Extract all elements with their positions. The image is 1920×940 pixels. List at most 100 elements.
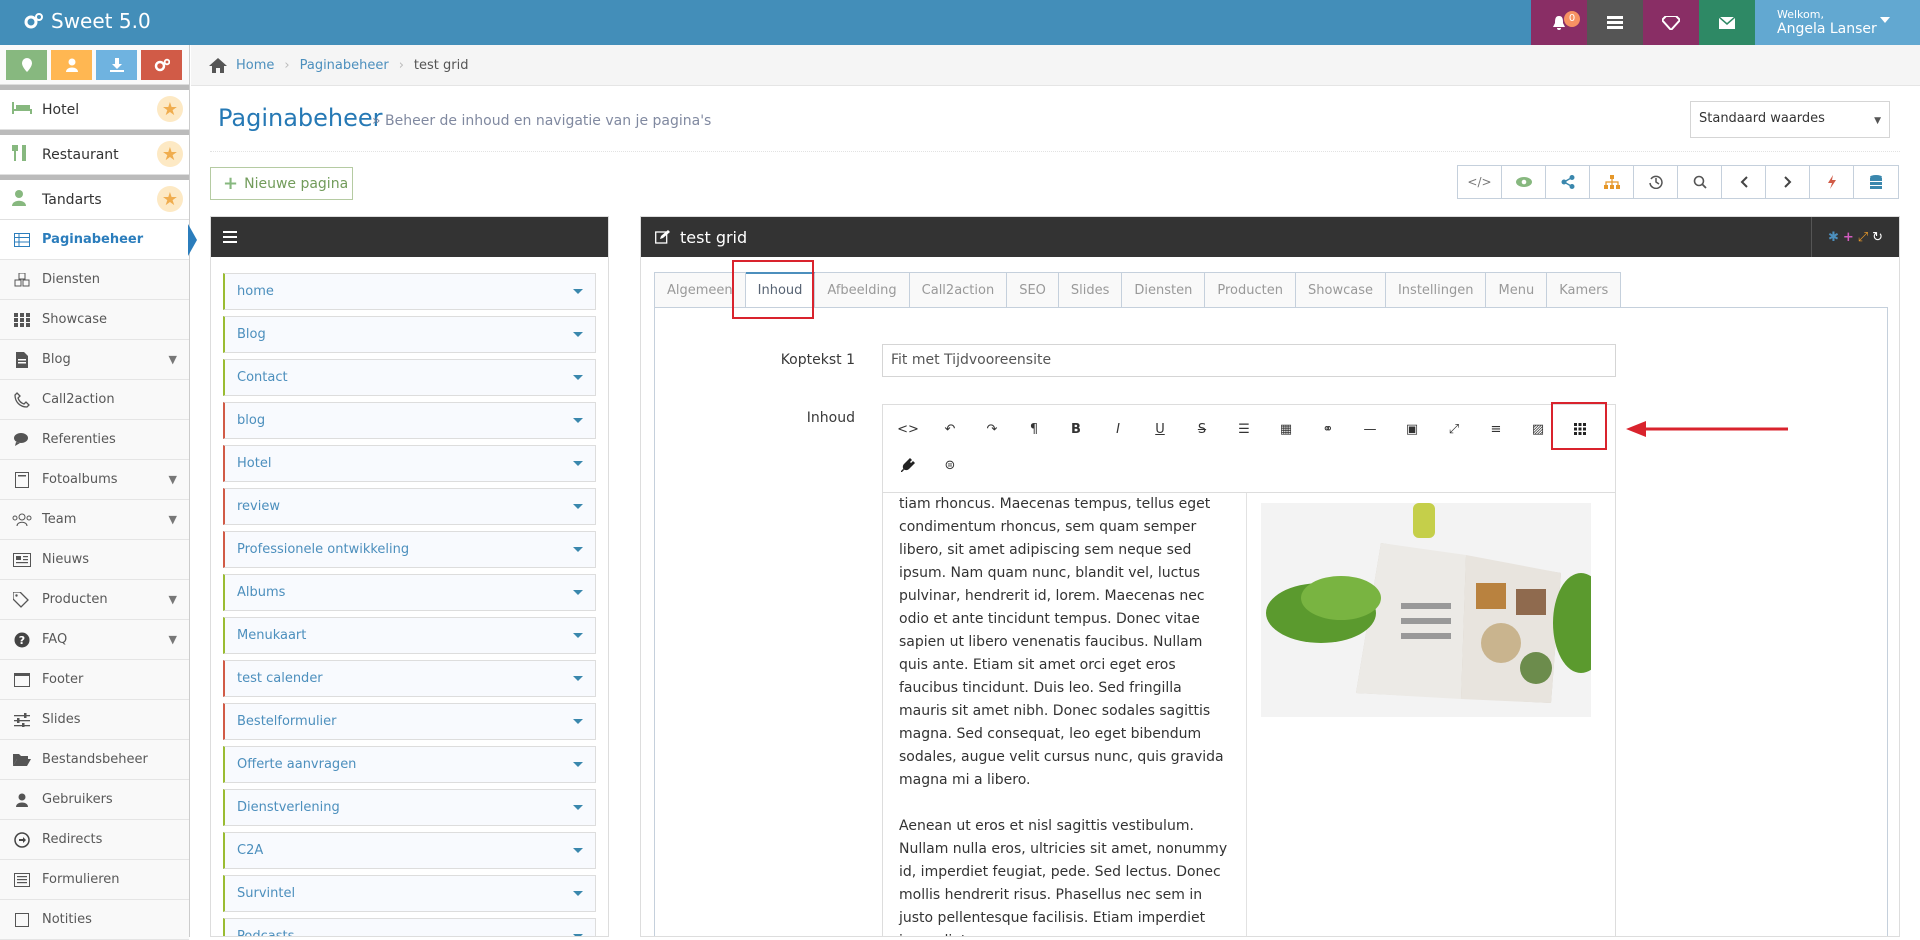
tab-instellingen[interactable]: Instellingen: [1385, 272, 1487, 308]
tab-diensten[interactable]: Diensten: [1122, 272, 1206, 308]
next-button[interactable]: [1766, 166, 1810, 198]
caret-down-icon[interactable]: [573, 504, 583, 509]
user-menu[interactable]: Welkom, Angela Lanser: [1755, 0, 1920, 45]
cookbook-image[interactable]: [1261, 503, 1591, 717]
sidebar-item-faq[interactable]: ? FAQ ▼: [0, 620, 189, 660]
sidebar-item-paginabeheer[interactable]: Paginabeheer: [0, 220, 197, 260]
caret-down-icon[interactable]: [573, 848, 583, 853]
caret-down-icon[interactable]: [573, 762, 583, 767]
code-view-button[interactable]: <>: [887, 411, 929, 447]
tab-seo[interactable]: SEO: [1007, 272, 1059, 308]
share-button[interactable]: [1546, 166, 1590, 198]
refresh-icon[interactable]: ↻: [1872, 230, 1883, 245]
caret-down-icon[interactable]: [573, 375, 583, 380]
tab-slides[interactable]: Slides: [1058, 272, 1123, 308]
page-item[interactable]: Contact: [223, 359, 596, 396]
history-button[interactable]: [1634, 166, 1678, 198]
video-button[interactable]: ▣: [1391, 411, 1433, 447]
caret-down-icon[interactable]: [573, 719, 583, 724]
caret-down-icon[interactable]: [573, 633, 583, 638]
sidebar-item-fotoalbums[interactable]: Fotoalbums ▼: [0, 460, 189, 500]
plugin-button[interactable]: [887, 447, 929, 483]
koptekst-input[interactable]: Fit met Tijdvooreensite: [882, 344, 1616, 377]
sidebar-item-bestandsbeheer[interactable]: Bestandsbeheer: [0, 740, 189, 780]
favorite-restaurant[interactable]: Restaurant ★: [0, 130, 189, 175]
table-button[interactable]: ▦: [1265, 411, 1307, 447]
caret-down-icon[interactable]: [573, 461, 583, 466]
flash-button[interactable]: [1810, 166, 1854, 198]
brand[interactable]: Sweet 5.0: [24, 9, 151, 33]
caret-down-icon[interactable]: [573, 289, 583, 294]
template-button[interactable]: ⊜: [929, 447, 971, 483]
page-item[interactable]: Offerte aanvragen: [223, 746, 596, 783]
page-item[interactable]: Bestelformulier: [223, 703, 596, 740]
sidebar-item-redirects[interactable]: Redirects: [0, 820, 189, 860]
shortcut-location[interactable]: [6, 50, 47, 80]
redo-button[interactable]: ↷: [971, 411, 1013, 447]
paragraph-button[interactable]: ¶: [1013, 411, 1055, 447]
caret-down-icon[interactable]: [573, 418, 583, 423]
fullscreen-button[interactable]: ⤢: [1433, 411, 1475, 447]
italic-button[interactable]: I: [1097, 411, 1139, 447]
shortcut-download[interactable]: [96, 50, 137, 80]
diamond-button[interactable]: [1643, 0, 1699, 45]
sidebar-item-producten[interactable]: Producten ▼: [0, 580, 189, 620]
page-item[interactable]: Survintel: [223, 875, 596, 912]
caret-down-icon[interactable]: [573, 891, 583, 896]
caret-down-icon[interactable]: [573, 332, 583, 337]
breadcrumb-home[interactable]: Home: [236, 58, 274, 73]
sidebar-item-notities[interactable]: Notities: [0, 900, 189, 940]
expand-icon[interactable]: ⤢: [1858, 230, 1868, 245]
tab-menu[interactable]: Menu: [1486, 272, 1548, 308]
star-icon[interactable]: ★: [157, 141, 183, 167]
grid-column-image[interactable]: [1247, 493, 1615, 936]
page-item[interactable]: Menukaart: [223, 617, 596, 654]
sidebar-item-diensten[interactable]: Diensten: [0, 260, 189, 300]
bold-button[interactable]: B: [1055, 411, 1097, 447]
underline-button[interactable]: U: [1139, 411, 1181, 447]
code-button[interactable]: </>: [1458, 166, 1502, 198]
tab-producten[interactable]: Producten: [1205, 272, 1296, 308]
search-button[interactable]: [1678, 166, 1722, 198]
horizontal-rule-button[interactable]: —: [1349, 411, 1391, 447]
favorite-hotel[interactable]: Hotel ★: [0, 85, 189, 130]
breadcrumb-paginabeheer[interactable]: Paginabeheer: [300, 58, 389, 73]
shortcut-settings[interactable]: [141, 50, 182, 80]
caret-down-icon[interactable]: [573, 547, 583, 552]
sidebar-item-referenties[interactable]: Referenties: [0, 420, 189, 460]
new-page-button[interactable]: + Nieuwe pagina: [210, 167, 353, 200]
sidebar-item-blog[interactable]: Blog ▼: [0, 340, 189, 380]
page-item[interactable]: blog: [223, 402, 596, 439]
page-item[interactable]: Dienstverlening: [223, 789, 596, 826]
sidebar-item-showcase[interactable]: Showcase: [0, 300, 189, 340]
home-icon[interactable]: [209, 57, 227, 73]
star-icon[interactable]: ★: [157, 96, 183, 122]
bars-icon[interactable]: [223, 231, 237, 243]
sitemap-button[interactable]: [1590, 166, 1634, 198]
preview-button[interactable]: [1502, 166, 1546, 198]
tab-showcase[interactable]: Showcase: [1296, 272, 1386, 308]
caret-down-icon[interactable]: [573, 590, 583, 595]
tab-call2action[interactable]: Call2action: [909, 272, 1008, 308]
sidebar-item-footer[interactable]: Footer: [0, 660, 189, 700]
sidebar-item-nieuws[interactable]: Nieuws: [0, 540, 189, 580]
caret-down-icon[interactable]: [573, 805, 583, 810]
previous-button[interactable]: [1722, 166, 1766, 198]
align-button[interactable]: ≡: [1475, 411, 1517, 447]
page-item[interactable]: test calender: [223, 660, 596, 697]
undo-button[interactable]: ↶: [929, 411, 971, 447]
sidebar-item-team[interactable]: Team ▼: [0, 500, 189, 540]
defaults-select[interactable]: Standaard waardes ▼: [1690, 101, 1890, 138]
page-item[interactable]: Podcasts: [223, 918, 596, 936]
link-button[interactable]: ⚭: [1307, 411, 1349, 447]
list-button[interactable]: ☰: [1223, 411, 1265, 447]
sidebar-item-slides[interactable]: Slides: [0, 700, 189, 740]
page-item[interactable]: Hotel: [223, 445, 596, 482]
page-item[interactable]: home: [223, 273, 596, 310]
notifications-button[interactable]: 0: [1531, 0, 1587, 45]
editor-content[interactable]: tiam rhoncus. Maecenas tempus, tellus eg…: [883, 493, 1615, 936]
cog-icon[interactable]: ✱: [1828, 230, 1839, 245]
page-item[interactable]: C2A: [223, 832, 596, 869]
sidebar-item-gebruikers[interactable]: Gebruikers: [0, 780, 189, 820]
sidebar-item-formulieren[interactable]: Formulieren: [0, 860, 189, 900]
